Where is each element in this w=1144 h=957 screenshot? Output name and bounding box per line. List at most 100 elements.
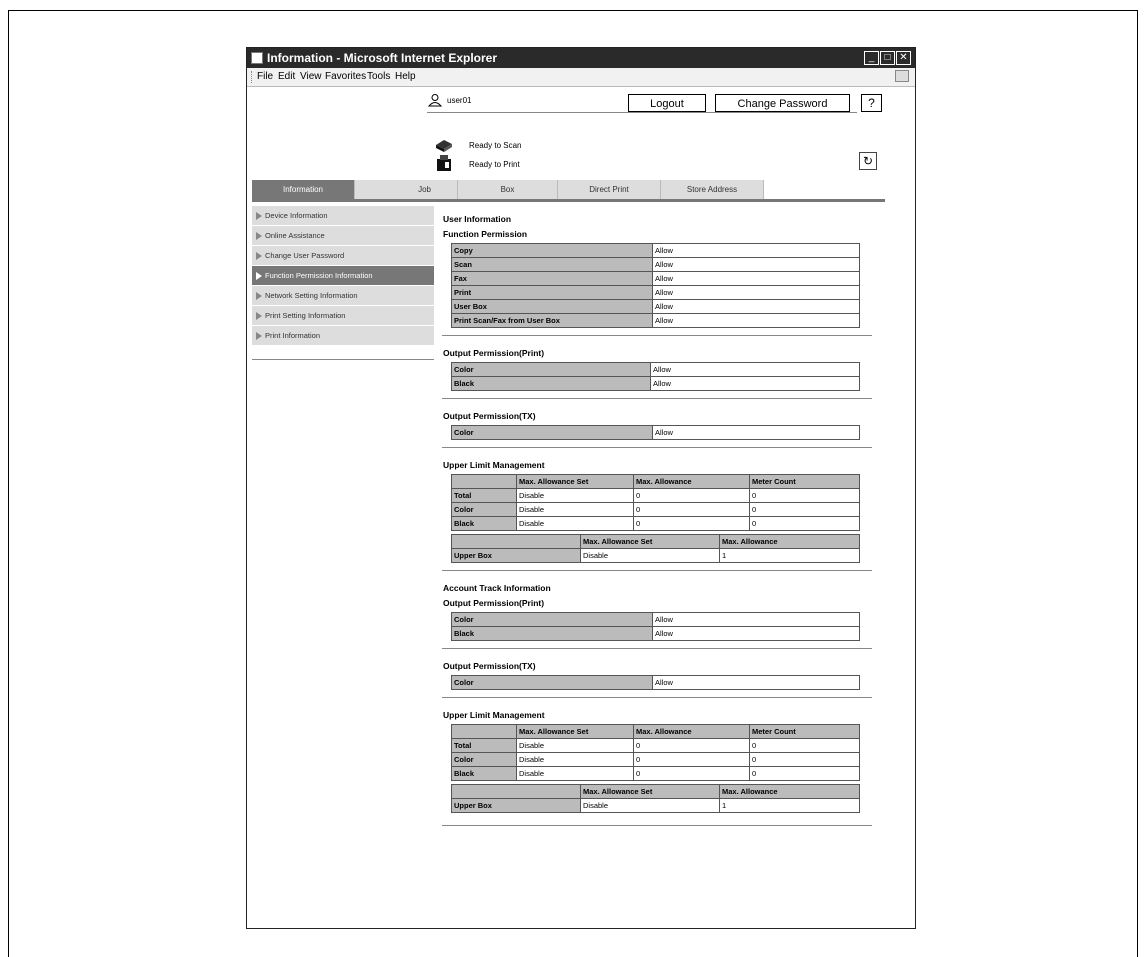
row-label: Print Scan/Fax from User Box: [451, 313, 653, 328]
col-header: Meter Count: [749, 724, 860, 739]
row-value: Allow: [650, 362, 860, 377]
title-bar: Information - Microsoft Internet Explore…: [247, 48, 915, 68]
menu-tools[interactable]: Tools: [367, 71, 390, 82]
menu-help[interactable]: Help: [395, 71, 416, 82]
sidebar-item-online-assistance[interactable]: Online Assistance: [252, 226, 434, 246]
acct-output-print-table: Color Allow Black Allow: [451, 612, 860, 641]
upper-limit-heading: Upper Limit Management: [443, 460, 545, 470]
acct-upper-box-table: Max. Allowance Set Max. Allowance Upper B…: [451, 784, 860, 813]
tab-job[interactable]: Job: [355, 180, 458, 199]
row-value: Allow: [652, 257, 860, 272]
tab-box[interactable]: Box: [458, 180, 558, 199]
help-button[interactable]: ?: [861, 94, 882, 112]
row-label: Copy: [451, 243, 653, 258]
cell: 0: [749, 752, 860, 767]
scan-status: Ready to Scan: [469, 141, 522, 150]
cell: Disable: [580, 548, 720, 563]
output-tx-table: Color Allow: [451, 425, 860, 440]
maximize-icon[interactable]: □: [880, 51, 895, 65]
menu-edit[interactable]: Edit: [278, 71, 295, 82]
table-row: Black Disable 0 0: [451, 516, 860, 531]
section-divider: [442, 570, 872, 571]
sidebar-item-print-information[interactable]: Print Information: [252, 326, 434, 346]
user-icon: [428, 94, 442, 107]
table-row: Print Scan/Fax from User Box Allow: [451, 313, 860, 328]
table-row: Print Allow: [451, 285, 860, 300]
function-permission-heading: Function Permission: [443, 229, 528, 239]
row-label: Print: [451, 285, 653, 300]
change-password-button[interactable]: Change Password: [715, 94, 850, 112]
row-label: Fax: [451, 271, 653, 286]
acct-upper-limit-heading: Upper Limit Management: [443, 710, 545, 720]
username: user01: [447, 96, 472, 105]
minimize-icon[interactable]: _: [864, 51, 879, 65]
close-icon[interactable]: ✕: [896, 51, 911, 65]
row-value: Allow: [652, 243, 860, 258]
cell: 1: [719, 548, 860, 563]
section-divider: [442, 398, 872, 399]
logout-button[interactable]: Logout: [628, 94, 706, 112]
cell: Disable: [516, 738, 634, 753]
cell: Disable: [580, 798, 720, 813]
col-header: Max. Allowance Set: [580, 784, 720, 799]
sidebar-item-print-setting[interactable]: Print Setting Information: [252, 306, 434, 326]
sidebar: Device Information Online Assistance Cha…: [252, 206, 434, 346]
cell: 0: [633, 766, 750, 781]
browser-window: Information - Microsoft Internet Explore…: [246, 47, 916, 929]
main-panel: User Information Function Permission Cop…: [442, 214, 873, 826]
cell: 1: [719, 798, 860, 813]
table-row: Total Disable 0 0: [451, 738, 860, 753]
table-row: Color Allow: [451, 425, 860, 440]
row-label: Upper Box: [451, 548, 581, 563]
section-divider: [442, 447, 872, 448]
row-label: Color: [451, 362, 651, 377]
sidebar-divider: [252, 359, 434, 360]
table-row: User Box Allow: [451, 299, 860, 314]
window-title: Information - Microsoft Internet Explore…: [267, 51, 498, 65]
sidebar-item-function-permission[interactable]: Function Permission Information: [252, 266, 434, 286]
table-row: Color Allow: [451, 362, 860, 377]
account-track-heading: Account Track Information: [443, 583, 551, 593]
output-print-table: Color Allow Black Allow: [451, 362, 860, 391]
table-row: Fax Allow: [451, 271, 860, 286]
cell: 0: [749, 516, 860, 531]
table-row: Upper Box Disable 1: [451, 548, 860, 563]
cell: 0: [749, 488, 860, 503]
section-divider: [442, 825, 872, 826]
col-header: Max. Allowance: [633, 474, 750, 489]
cell: 0: [749, 766, 860, 781]
output-print-heading: Output Permission(Print): [443, 348, 545, 358]
sidebar-item-network-setting[interactable]: Network Setting Information: [252, 286, 434, 306]
col-header: Max. Allowance Set: [516, 724, 634, 739]
acct-output-tx-heading: Output Permission(TX): [443, 661, 536, 671]
menu-view[interactable]: View: [300, 71, 322, 82]
tab-information[interactable]: Information: [252, 180, 355, 199]
col-header: Max. Allowance: [719, 784, 860, 799]
printer-icon: [437, 155, 451, 171]
row-label: Black: [451, 766, 517, 781]
sidebar-item-change-user-password[interactable]: Change User Password: [252, 246, 434, 266]
menu-favorites[interactable]: Favorites: [325, 71, 366, 82]
table-row: Color Disable 0 0: [451, 752, 860, 767]
table-row: Copy Allow: [451, 243, 860, 258]
cell: Disable: [516, 766, 634, 781]
table-row: Color Allow: [451, 612, 860, 627]
tab-store-address[interactable]: Store Address: [661, 180, 764, 199]
row-label: Black: [451, 516, 517, 531]
row-label: Upper Box: [451, 798, 581, 813]
refresh-icon[interactable]: ↻: [859, 152, 877, 170]
table-row: Black Disable 0 0: [451, 766, 860, 781]
table-header-row: Max. Allowance Set Max. Allowance Meter Co…: [451, 724, 860, 739]
windows-flag-icon: [895, 70, 909, 82]
cell: Disable: [516, 488, 634, 503]
menu-file[interactable]: File: [257, 71, 273, 82]
row-label: Color: [451, 502, 517, 517]
col-header: Max. Allowance: [633, 724, 750, 739]
acct-output-tx-table: Color Allow: [451, 675, 860, 690]
table-row: Color Allow: [451, 675, 860, 690]
tab-direct-print[interactable]: Direct Print: [558, 180, 661, 199]
row-label: Total: [451, 488, 517, 503]
sidebar-item-device-information[interactable]: Device Information: [252, 206, 434, 226]
row-value: Allow: [652, 626, 860, 641]
table-row: Black Allow: [451, 376, 860, 391]
